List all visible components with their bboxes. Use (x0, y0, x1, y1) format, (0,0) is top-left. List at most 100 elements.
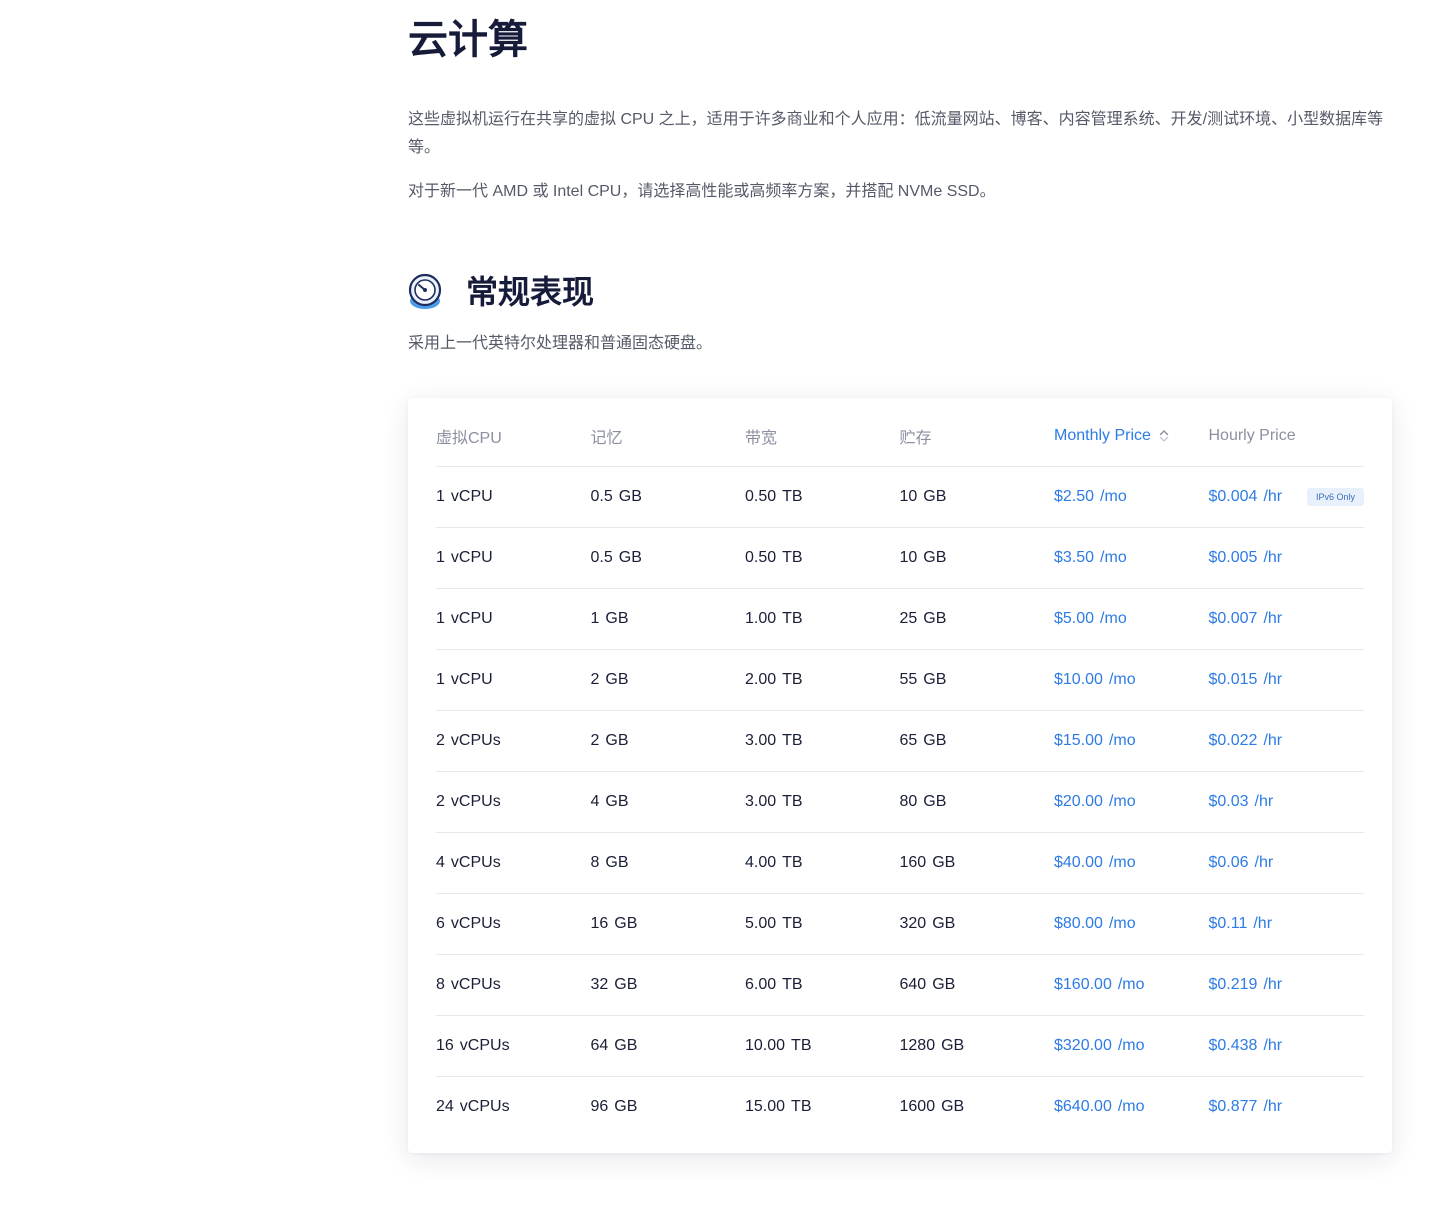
cell-hourly-price: $0.007/hr (1208, 588, 1365, 650)
cell-hourly-price-unit: /hr (1254, 793, 1274, 810)
cell-monthly-price-unit: /mo (1108, 732, 1136, 749)
table-row[interactable]: 1 vCPU 2 GB 2.00 TB 55 GB $10.00/mo $0.015/hr (436, 649, 1364, 711)
cell-bandwidth: 1.00 TB (745, 588, 900, 650)
cell-vcpu-value: 24 (436, 1098, 454, 1115)
hourly-price-wrap: $0.03/hr (1209, 772, 1365, 832)
cell-bandwidth-unit: TB (791, 1098, 812, 1115)
cell-hourly-price-unit: /hr (1263, 1037, 1283, 1054)
cell-memory-unit: GB (618, 549, 642, 566)
cell-storage-unit: GB (941, 1037, 965, 1054)
cell-hourly-price: $0.219/hr (1208, 954, 1365, 1016)
pricing-card: 虚拟CPU 记忆 带宽 贮存 Monthly Price Hourly Pric… (408, 398, 1392, 1153)
table-row[interactable]: 16 vCPUs 64 GB 10.00 TB 1280 GB $320.00/mo $0.438… (436, 1015, 1364, 1077)
cell-monthly-price: $3.50/mo (1054, 527, 1209, 589)
cell-hourly-price-unit: /hr (1263, 732, 1283, 749)
section-title: 常规表现 (466, 274, 595, 310)
cell-vcpu-value: 16 (436, 1037, 454, 1054)
cell-storage-value: 65 (899, 732, 918, 749)
hourly-price-text: $0.015/hr (1209, 671, 1283, 689)
cell-storage: 640 GB (899, 954, 1054, 1016)
cell-vcpu-unit: vCPUs (450, 854, 501, 871)
cell-vcpu-unit: vCPU (450, 488, 493, 505)
cell-vcpu-unit: vCPUs (459, 1037, 510, 1054)
column-header-memory[interactable]: 记忆 (590, 406, 745, 467)
cell-vcpu: 2 vCPUs (436, 710, 591, 772)
cell-memory-unit: GB (605, 854, 629, 871)
column-header-monthly-label: Monthly Price (1054, 427, 1151, 444)
cell-bandwidth-value: 15.00 (745, 1098, 786, 1115)
table-row[interactable]: 4 vCPUs 8 GB 4.00 TB 160 GB $40.00/mo $0.06/hr (436, 832, 1364, 894)
cell-storage: 10 GB (899, 527, 1054, 589)
table-row[interactable]: 1 vCPU 0.5 GB 0.50 TB 10 GB $3.50/mo $0.005/hr (436, 527, 1364, 589)
hourly-price-text: $0.438/hr (1209, 1037, 1283, 1055)
table-row[interactable]: 2 vCPUs 2 GB 3.00 TB 65 GB $15.00/mo $0.022/hr (436, 710, 1364, 772)
cell-storage-unit: GB (923, 488, 947, 505)
cell-monthly-price-unit: /mo (1100, 610, 1127, 627)
cell-memory-unit: GB (618, 488, 642, 505)
cell-bandwidth-value: 3.00 (745, 793, 777, 810)
intro-text: 这些虚拟机运行在共享的虚拟 CPU 之上，适用于许多商业和个人应用：低流量网站、… (408, 111, 1384, 156)
cell-monthly-price-unit: /mo (1100, 488, 1127, 505)
hourly-price-wrap: $0.219/hr (1209, 955, 1365, 1015)
cell-storage-value: 25 (899, 610, 918, 627)
cell-vcpu-value: 1 (436, 671, 445, 688)
column-header-bandwidth[interactable]: 带宽 (745, 406, 900, 467)
table-row[interactable]: 8 vCPUs 32 GB 6.00 TB 640 GB $160.00/mo $0.219/hr (436, 954, 1365, 1016)
column-header-hourly-price[interactable]: Hourly Price (1208, 406, 1364, 467)
hourly-price-text: $0.03/hr (1209, 793, 1274, 811)
cell-bandwidth-value: 0.50 (745, 488, 777, 505)
cell-storage-value: 1600 (899, 1098, 936, 1115)
hourly-price-text: $0.06/hr (1209, 854, 1274, 872)
cell-vcpu: 1 vCPU (436, 527, 591, 589)
table-row[interactable]: 6 vCPUs 16 GB 5.00 TB 320 GB $80.00/mo $0.11/hr (436, 893, 1364, 955)
cell-memory-value: 8 (590, 854, 600, 871)
hourly-price-wrap: $0.007/hr (1209, 589, 1365, 649)
cell-monthly-price-unit: /mo (1117, 976, 1145, 993)
cell-bandwidth-value: 3.00 (745, 732, 777, 749)
cell-monthly-price: $10.00/mo (1054, 649, 1209, 711)
cell-memory-unit: GB (605, 732, 629, 749)
cell-monthly-price: $5.00/mo (1054, 588, 1209, 650)
cell-monthly-price: $80.00/mo (1054, 893, 1209, 955)
cell-monthly-price-unit: /mo (1100, 549, 1127, 566)
cell-monthly-price: $320.00/mo (1054, 1015, 1209, 1077)
cell-vcpu-value: 1 (436, 610, 445, 627)
cell-hourly-price-value: $0.005 (1208, 549, 1258, 566)
cell-vcpu-unit: vCPUs (450, 915, 501, 932)
cell-vcpu: 8 vCPUs (436, 954, 591, 1016)
cell-bandwidth-unit: TB (782, 671, 803, 688)
hourly-price-wrap: $0.004/hr IPv6 Only (1209, 467, 1364, 527)
cell-storage: 160 GB (899, 832, 1054, 894)
cell-vcpu: 1 vCPU (436, 588, 591, 650)
table-row[interactable]: 1 vCPU 0.5 GB 0.50 TB 10 GB $2.50/mo $0.004/hr IPv… (436, 466, 1364, 528)
table-row[interactable]: 1 vCPU 1 GB 1.00 TB 25 GB $5.00/mo $0.007/hr (436, 588, 1365, 650)
sort-icon[interactable] (1159, 429, 1169, 443)
cell-memory-unit: GB (614, 976, 638, 993)
cell-storage-unit: GB (932, 854, 956, 871)
cell-monthly-price-unit: /mo (1108, 793, 1136, 810)
cell-memory: 32 GB (590, 954, 745, 1016)
table-row[interactable]: 24 vCPUs 96 GB 15.00 TB 1600 GB $640.00/mo $0.877… (436, 1077, 1364, 1138)
cell-monthly-price-unit: /mo (1108, 854, 1136, 871)
cell-bandwidth-unit: TB (782, 854, 803, 871)
cell-hourly-price: $0.438/hr (1208, 1015, 1364, 1077)
cell-bandwidth: 10.00 TB (745, 1015, 900, 1077)
cell-vcpu-value: 2 (436, 732, 445, 749)
cell-hourly-price: $0.877/hr (1209, 1077, 1365, 1138)
cell-bandwidth-value: 6.00 (745, 976, 777, 993)
cell-bandwidth-value: 2.00 (745, 671, 777, 688)
cell-memory-value: 96 (590, 1098, 609, 1115)
column-header-storage[interactable]: 贮存 (899, 406, 1054, 467)
cell-vcpu-unit: vCPUs (450, 793, 501, 810)
cell-hourly-price-unit: /hr (1253, 915, 1273, 932)
cell-storage-value: 160 (899, 854, 927, 871)
cell-vcpu: 16 vCPUs (436, 1015, 591, 1077)
column-header-vcpu[interactable]: 虚拟CPU (436, 406, 591, 467)
table-row[interactable]: 2 vCPUs 4 GB 3.00 TB 80 GB $20.00/mo $0.03/hr (436, 771, 1365, 833)
cell-memory-value: 1 (590, 610, 600, 627)
cell-memory-value: 2 (590, 732, 600, 749)
section-description: 采用上一代英特尔处理器和普通固态硬盘。 (408, 335, 713, 352)
column-header-monthly-price[interactable]: Monthly Price (1054, 406, 1209, 467)
cell-hourly-price-unit: /hr (1263, 671, 1283, 688)
cell-bandwidth-unit: TB (782, 488, 803, 505)
